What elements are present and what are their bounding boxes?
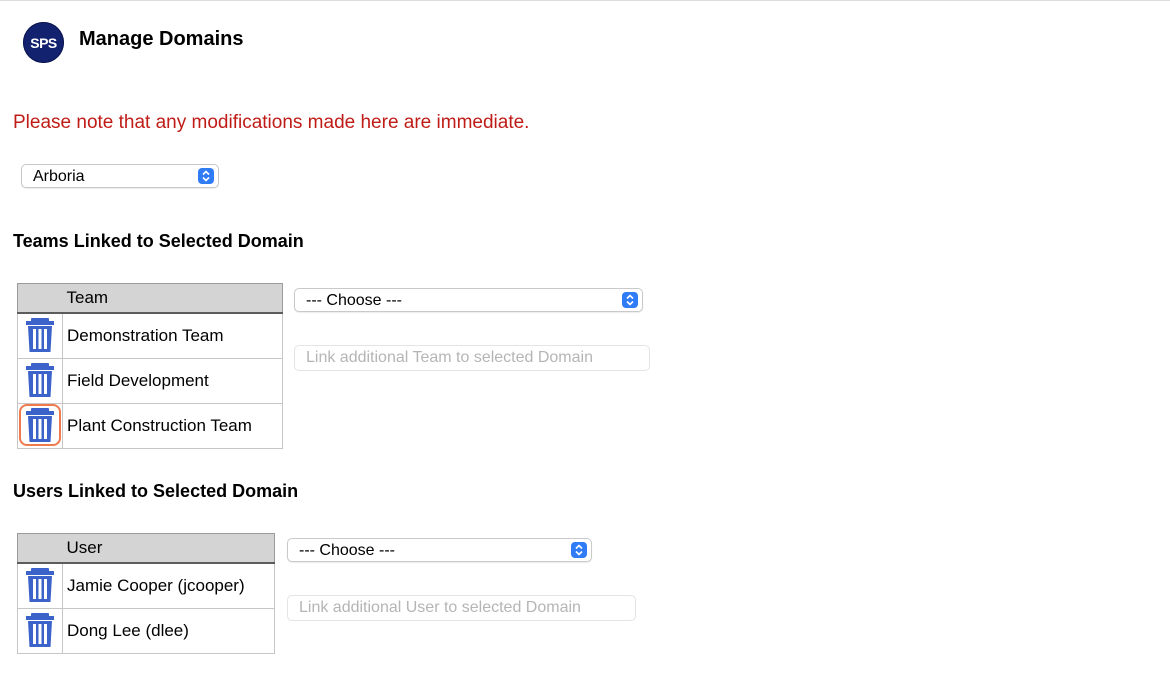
domain-select[interactable]: Arboria	[21, 164, 219, 188]
teams-table-header: Team	[17, 283, 283, 314]
team-choose-select[interactable]: --- Choose ---	[294, 288, 643, 312]
team-name: Demonstration Team	[62, 312, 283, 359]
user-name: Dong Lee (dlee)	[62, 608, 275, 654]
team-name: Field Development	[62, 358, 283, 404]
table-row: Field Development	[17, 358, 283, 404]
table-row: Jamie Cooper (jcooper)	[17, 562, 275, 609]
chevron-updown-icon	[198, 168, 214, 184]
chevron-updown-icon	[571, 542, 587, 558]
table-row: Demonstration Team	[17, 312, 283, 359]
team-name: Plant Construction Team	[62, 403, 283, 449]
trash-icon[interactable]	[19, 404, 61, 446]
team-choose-value: --- Choose ---	[306, 292, 403, 309]
users-table-header: User	[17, 533, 275, 564]
trash-icon[interactable]	[19, 564, 61, 606]
sps-logo: SPS	[23, 22, 64, 63]
trash-icon[interactable]	[19, 609, 61, 651]
users-section-title: Users Linked to Selected Domain	[13, 481, 299, 501]
delete-cell	[17, 403, 63, 449]
user-name: Jamie Cooper (jcooper)	[62, 562, 275, 609]
user-column-header: User	[62, 533, 275, 564]
users-table: User Jamie Cooper (jcooper) Dong Lee (dl…	[17, 533, 275, 654]
table-row: Plant Construction Team	[17, 403, 283, 449]
chevron-updown-icon	[622, 292, 638, 308]
delete-cell	[17, 608, 63, 654]
header-spacer	[17, 283, 63, 314]
user-choose-select[interactable]: --- Choose ---	[287, 538, 592, 562]
table-row: Dong Lee (dlee)	[17, 608, 275, 654]
delete-cell	[17, 312, 63, 359]
header-spacer	[17, 533, 63, 564]
user-choose-value: --- Choose ---	[299, 542, 396, 559]
delete-cell	[17, 562, 63, 609]
immediate-notice: Please note that any modifications made …	[13, 112, 530, 133]
logo-text: SPS	[30, 34, 57, 51]
link-team-button[interactable]: Link additional Team to selected Domain	[294, 345, 650, 371]
teams-table: Team Demonstration Team Field Developmen…	[17, 283, 283, 449]
top-divider	[0, 0, 1170, 1]
delete-cell	[17, 358, 63, 404]
trash-icon[interactable]	[19, 314, 61, 356]
page-title: Manage Domains	[79, 28, 244, 50]
domain-select-value: Arboria	[33, 168, 85, 185]
team-column-header: Team	[62, 283, 283, 314]
link-user-button[interactable]: Link additional User to selected Domain	[287, 595, 636, 621]
trash-icon[interactable]	[19, 359, 61, 401]
teams-section-title: Teams Linked to Selected Domain	[13, 231, 304, 251]
